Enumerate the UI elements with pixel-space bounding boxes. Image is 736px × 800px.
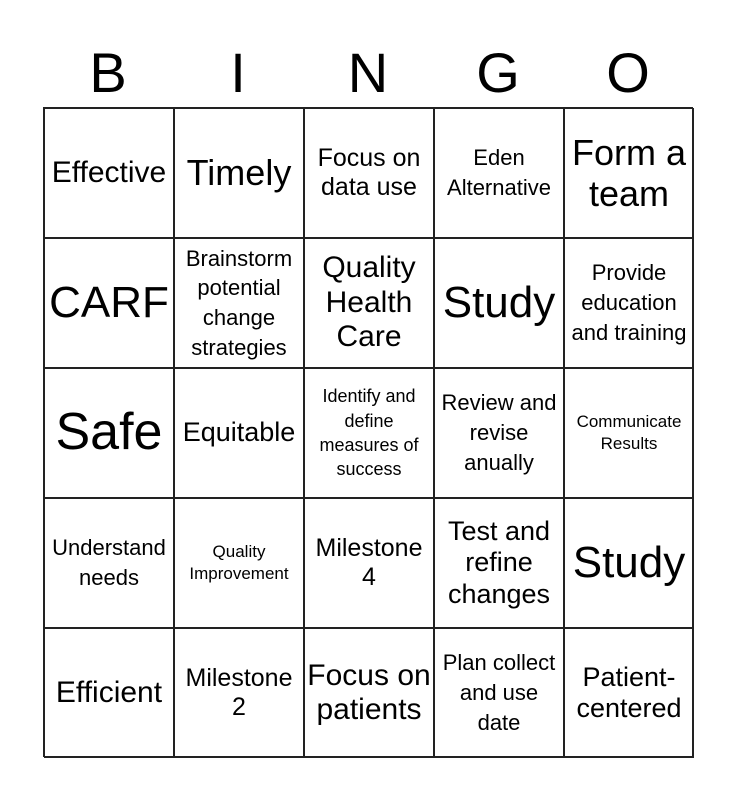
cell-text: Milestone 4 [315,534,423,591]
bingo-cell[interactable]: CARF [44,238,174,368]
bingo-cell[interactable]: Brainstorm potential change strategies [174,238,304,368]
cell-text: Study [572,537,686,587]
cell-text: Understand needs [52,535,166,590]
bingo-cell[interactable]: Patient-centered [564,628,694,758]
cell-text: Eden Alternative [447,145,551,200]
bingo-cell[interactable]: Study [564,498,694,628]
cell-text: Test and refine changes [447,516,551,609]
bingo-cell[interactable]: Milestone 2 [174,628,304,758]
bingo-cell[interactable]: Focus on data use [304,108,434,238]
cell-text: CARF [49,277,169,327]
header-letter-o: O [606,41,650,104]
bingo-cell[interactable]: Effective [44,108,174,238]
bingo-header: B I N G O [43,40,693,106]
bingo-cell[interactable]: Provide education and training [564,238,694,368]
bingo-cell[interactable]: Quality Health Care [304,238,434,368]
cell-text: Milestone 2 [185,664,293,721]
bingo-cell[interactable]: Study [434,238,564,368]
cell-text: Identify and define measures of success [319,386,419,480]
cell-text: Safe [55,403,163,462]
bingo-cell[interactable]: Plan collect and use date [434,628,564,758]
cell-text: Quality Health Care [322,251,416,354]
cell-text: Focus on data use [317,144,421,201]
cell-text: Effective [51,155,167,189]
header-letter-n: N [347,41,389,104]
bingo-cell[interactable]: Eden Alternative [434,108,564,238]
cell-text: Efficient [55,675,163,709]
bingo-cell[interactable]: Equitable [174,368,304,498]
bingo-cell[interactable]: Communicate Results [564,368,694,498]
cell-text: Plan collect and use date [442,650,556,735]
bingo-cell[interactable]: Milestone 4 [304,498,434,628]
cell-text: Quality Improvement [189,541,289,583]
bingo-cell[interactable]: Understand needs [44,498,174,628]
cell-text: Communicate Results [576,411,682,453]
cell-text: Form a team [571,131,686,214]
cell-text: Study [442,277,556,327]
cell-text: Patient-centered [576,661,682,723]
cell-text: Equitable [182,417,296,448]
bingo-card: Effective Timely Focus on data use Eden … [43,107,694,758]
cell-text: Focus on patients [307,658,431,727]
cell-text: Brainstorm potential change strategies [185,245,293,360]
bingo-cell[interactable]: Safe [44,368,174,498]
header-letter-g: G [476,41,520,104]
bingo-cell[interactable]: Form a team [564,108,694,238]
bingo-cell[interactable]: Focus on patients [304,628,434,758]
bingo-cell[interactable]: Timely [174,108,304,238]
header-letter-b: B [89,41,127,104]
bingo-cell[interactable]: Review and revise anually [434,368,564,498]
cell-text: Provide education and training [571,260,687,345]
header-letter-i: I [230,41,246,104]
bingo-cell[interactable]: Quality Improvement [174,498,304,628]
cell-text: Review and revise anually [441,390,557,475]
bingo-cell[interactable]: Identify and define measures of success [304,368,434,498]
bingo-cell[interactable]: Efficient [44,628,174,758]
cell-text: Timely [186,152,292,194]
bingo-cell[interactable]: Test and refine changes [434,498,564,628]
